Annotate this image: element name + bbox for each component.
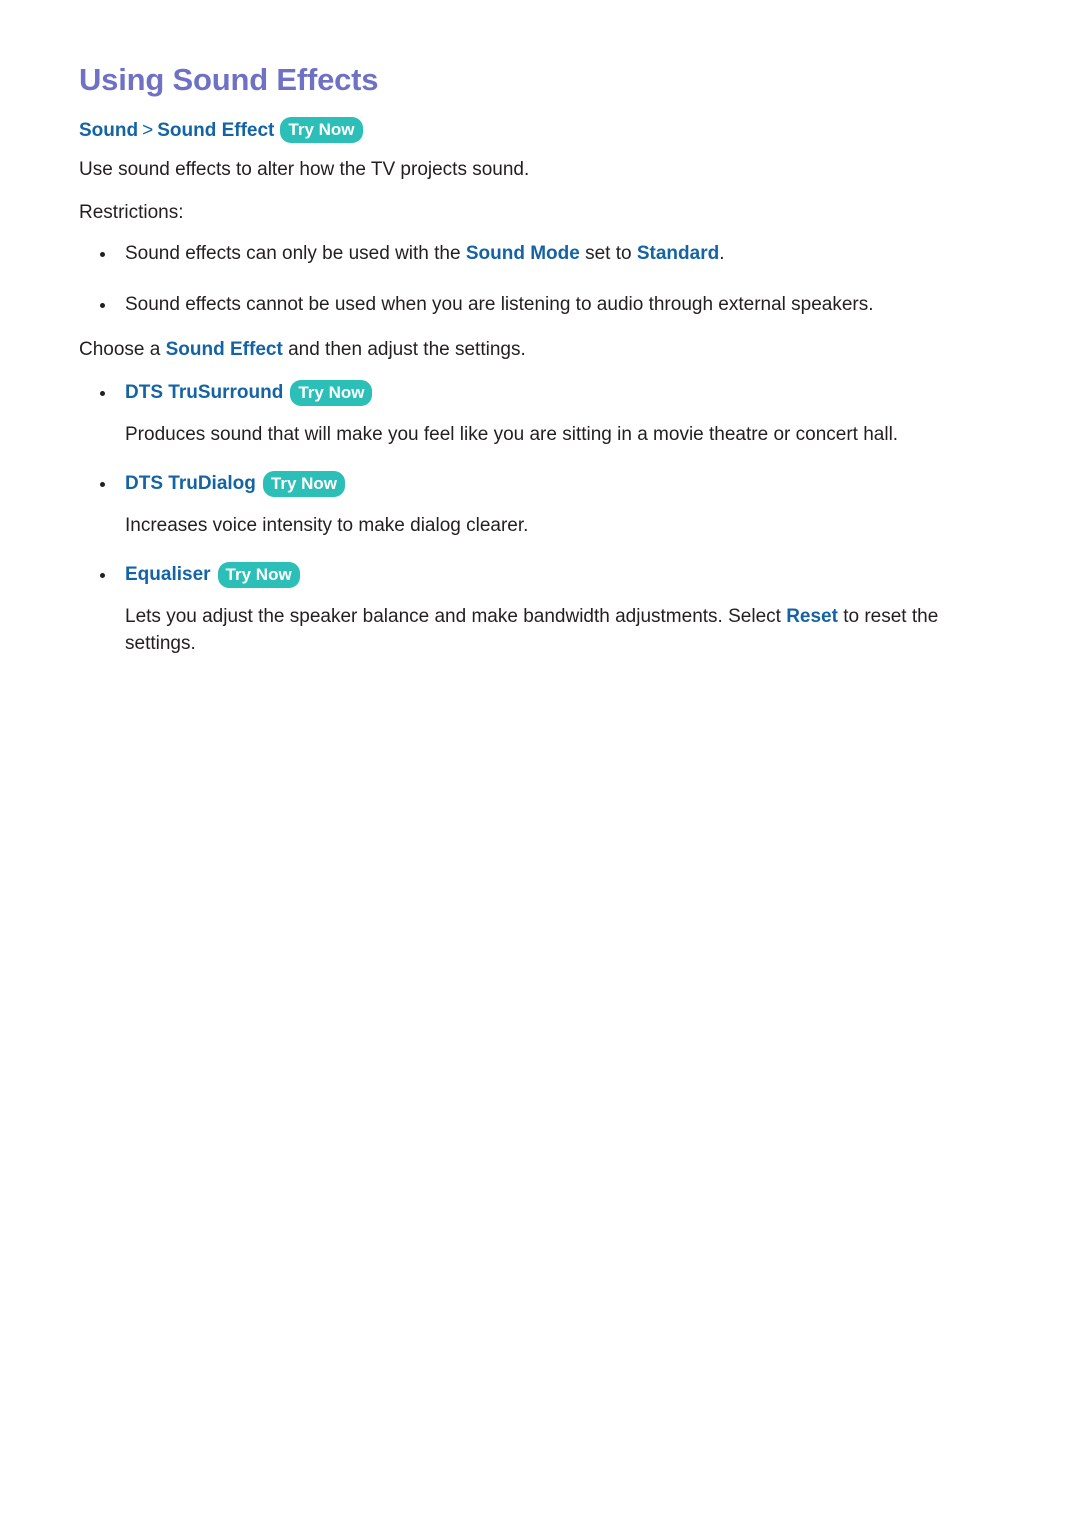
- bullet-dot-icon: [100, 573, 105, 579]
- bullet-dot-icon: [100, 303, 105, 309]
- sound-effect-link[interactable]: Sound Effect: [166, 339, 283, 360]
- try-now-badge[interactable]: Try Now: [217, 562, 300, 589]
- bullet-dot-icon: [100, 391, 105, 397]
- restriction-text-prefix: Sound effects can only be used with the: [125, 243, 466, 265]
- document-page: Using Sound Effects Sound > Sound Effect Tr…: [0, 0, 1080, 1527]
- section-body-prefix: Increases voice intensity to make dialog…: [125, 515, 529, 537]
- choose-text-prefix: Choose a: [79, 339, 166, 361]
- restrictions-list: Sound effects can only be used with the …: [79, 241, 995, 319]
- breadcrumb-item-sound[interactable]: Sound: [79, 120, 138, 141]
- restriction-text-middle: set to: [579, 243, 637, 265]
- choose-text-suffix: and then adjust the settings.: [282, 339, 526, 361]
- list-item: Sound effects cannot be used when you ar…: [79, 292, 995, 319]
- sound-mode-link[interactable]: Sound Mode: [466, 243, 580, 264]
- try-now-badge[interactable]: Try Now: [290, 380, 373, 407]
- chevron-right-icon: >: [142, 119, 154, 141]
- restriction-text-prefix: Sound effects cannot be used when you ar…: [125, 294, 874, 316]
- section-heading-label[interactable]: DTS TruSurround: [125, 381, 283, 406]
- bullet-dot-icon: [100, 482, 105, 488]
- choose-sound-effect-paragraph: Choose a Sound Effect and then adjust th…: [79, 337, 994, 364]
- bullet-dot-icon: [100, 252, 105, 258]
- section-heading-dts-trudialog: DTS TruDialog Try Now: [79, 471, 995, 498]
- section-heading-label[interactable]: DTS TruDialog: [125, 472, 256, 497]
- section-heading-dts-trusurround: DTS TruSurround Try Now: [79, 380, 995, 407]
- section-heading-label[interactable]: Equaliser: [125, 563, 211, 588]
- try-now-badge[interactable]: Try Now: [280, 116, 363, 143]
- section-body-equaliser: Lets you adjust the speaker balance and …: [125, 604, 995, 658]
- restriction-text-suffix: .: [719, 243, 725, 265]
- section-body-prefix: Lets you adjust the speaker balance and …: [125, 606, 787, 628]
- section-heading-equaliser: Equaliser Try Now: [79, 562, 995, 589]
- list-item: Sound effects can only be used with the …: [79, 241, 995, 268]
- section-body-dts-trudialog: Increases voice intensity to make dialog…: [125, 513, 995, 540]
- intro-paragraph: Use sound effects to alter how the TV pr…: [79, 159, 530, 181]
- standard-link[interactable]: Standard: [637, 243, 719, 264]
- breadcrumb: Sound > Sound Effect Try Now: [79, 116, 995, 144]
- breadcrumb-item-sound-effect[interactable]: Sound Effect: [157, 120, 274, 141]
- section-body-prefix: Produces sound that will make you feel l…: [125, 424, 899, 446]
- section-body-dts-trusurround: Produces sound that will make you feel l…: [125, 422, 995, 449]
- restrictions-label: Restrictions:: [79, 202, 184, 224]
- try-now-badge[interactable]: Try Now: [262, 471, 346, 498]
- page-title: Using Sound Effects: [79, 62, 379, 97]
- reset-link[interactable]: Reset: [786, 606, 838, 627]
